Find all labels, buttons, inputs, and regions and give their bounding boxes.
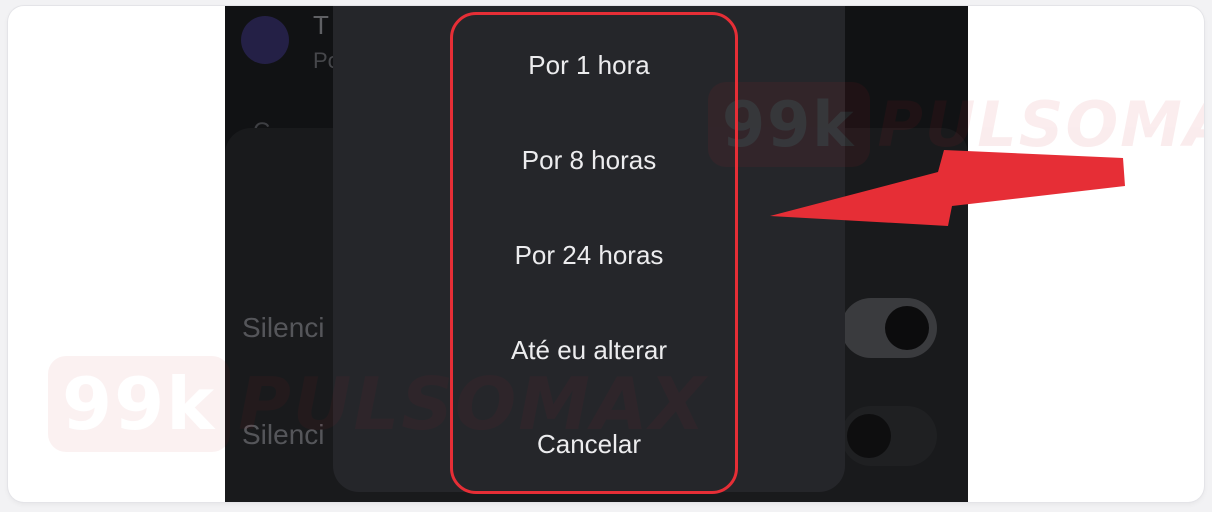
- screenshot-card: T Po C Silenci Silenci Por 1 hora Por 8 …: [8, 6, 1204, 502]
- pointer-arrow-icon: [770, 150, 1125, 226]
